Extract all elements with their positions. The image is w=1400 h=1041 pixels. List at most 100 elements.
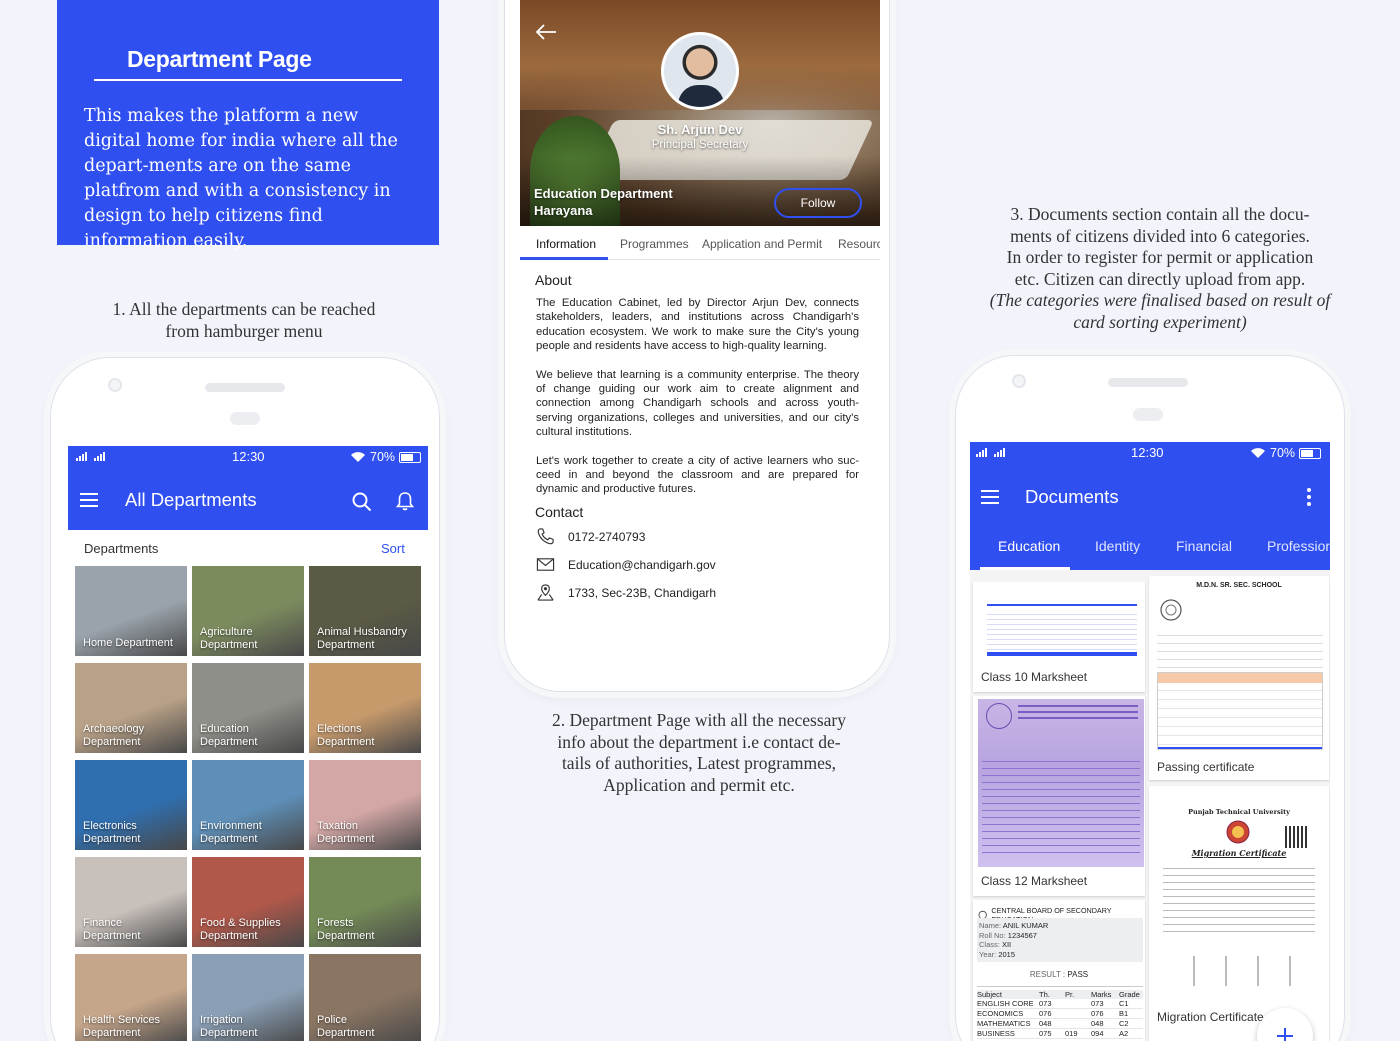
contact-phone[interactable]: 0172-2740793 (536, 527, 645, 546)
caption-2: 2. Department Page with all the necessar… (520, 710, 878, 796)
caption-3-line-1: 3. Documents section contain all the doc… (1010, 204, 1310, 224)
tab-resources[interactable]: Resourc (838, 237, 880, 251)
front-camera (108, 378, 122, 392)
department-tile-label: Environment Department (200, 820, 262, 845)
intro-divider (94, 79, 402, 81)
caption-1: 1. All the departments can be reached fr… (70, 299, 418, 342)
department-tile-label: Police Department (317, 1014, 375, 1039)
document-card-cbse[interactable]: CENTRAL BOARD OF SECONDARY EDUCATION Nam… (973, 900, 1145, 1041)
search-icon[interactable] (352, 492, 372, 512)
department-tile[interactable]: Forests Department (309, 857, 421, 947)
department-tile[interactable]: Police Department (309, 954, 421, 1041)
document-card-class10[interactable]: Class 10 Marksheet (973, 582, 1145, 692)
contact-email[interactable]: Education@chandigarh.gov (536, 555, 716, 574)
hero-banner: Sh. Arjun Dev Principal Secretary Educat… (520, 0, 880, 226)
hamburger-menu-icon[interactable] (80, 493, 98, 511)
about-section: The Education Cabinet, led by Director A… (536, 296, 859, 497)
caption-3-line-5: (The categories were finalised based on … (989, 290, 1331, 310)
follow-button[interactable]: Follow (774, 188, 862, 218)
caption-2-line-2: info about the department i.e contact de… (557, 731, 841, 752)
wifi-icon (351, 452, 365, 462)
battery-percent: 70% (1270, 446, 1296, 460)
caption-2-line-3: tails of authorities, Latest programmes, (561, 753, 837, 773)
document-card-passing[interactable]: M.D.N. SR. SEC. SCHOOL Passing certifica… (1149, 576, 1329, 780)
bell-icon[interactable] (396, 491, 414, 511)
caption-2-line-1: 2. Department Page with all the necessar… (552, 710, 846, 730)
table-row: ECONOMICS 076 076 B1 (977, 1009, 1143, 1019)
card-label: Passing certificate (1157, 760, 1255, 774)
caption-1-line-1: 1. All the departments can be reached (112, 299, 376, 319)
email-address: Education@chandigarh.gov (568, 557, 716, 572)
intro-title: Department Page (127, 46, 312, 72)
document-card-class12[interactable]: Class 12 Marksheet (973, 696, 1145, 896)
department-tile[interactable]: Elections Department (309, 663, 421, 753)
tab-profession[interactable]: Profession (1267, 538, 1330, 554)
department-tile-label: Agriculture Department (200, 626, 258, 651)
more-vert-icon[interactable] (1307, 488, 1311, 506)
department-grid: Home Department Agriculture Department Anim… (75, 566, 421, 1041)
caption-3-line-2: ments of citizens divided into 6 categor… (1010, 225, 1310, 246)
department-tile-label: Health Services Department (83, 1014, 161, 1039)
department-tile[interactable]: Irrigation Department (192, 954, 304, 1041)
signal-icon (76, 452, 87, 461)
department-tile[interactable]: Finance Department (75, 857, 187, 947)
contact-address[interactable]: 1733, Sec-23B, Chandigarh (536, 583, 716, 602)
department-tile[interactable]: Electronics Department (75, 760, 187, 850)
table-row: ENGLISH CORE 073 073 C1 (977, 999, 1143, 1009)
document-card-migration[interactable]: Punjab Technical University Migration Ce… (1149, 786, 1329, 1041)
marksheet-thumbnail (977, 590, 1141, 660)
about-paragraph: The Education Cabinet, led by Director A… (536, 297, 859, 353)
caption-3-line-3: In order to register for permit or appli… (1006, 247, 1314, 267)
department-tile-label: Archaeology Department (83, 723, 145, 748)
sensor (230, 412, 260, 425)
battery-percent: 70% (370, 450, 396, 464)
battery-icon (1299, 447, 1322, 459)
hamburger-menu-icon[interactable] (981, 490, 999, 508)
back-arrow-icon[interactable] (534, 22, 558, 42)
wifi-icon (1251, 448, 1265, 458)
document-tabs: Education Identity Financial Profession (970, 532, 1330, 570)
tab-programmes[interactable]: Programmes (620, 237, 689, 251)
department-tile[interactable]: Animal Husbandry Department (309, 566, 421, 656)
caption-1-line-2: from hamburger menu (165, 320, 323, 341)
documents-screen: 12:30 70% Documents Education Identity F… (970, 442, 1330, 1041)
avatar (661, 32, 739, 110)
department-tile[interactable]: Home Department (75, 566, 187, 656)
signal-icon (994, 448, 1005, 457)
result-table: Subject Th. Pr. Marks Grade ENGLISH CORE… (977, 990, 1143, 1039)
department-tile[interactable]: Food & Supplies Department (192, 857, 304, 947)
sensor (1133, 408, 1163, 421)
status-bar: 12:30 70% (970, 442, 1330, 464)
tab-application-and-permit[interactable]: Application and Permit (702, 237, 822, 251)
about-paragraph: Let's work together to create a city of … (536, 454, 859, 496)
tab-financial[interactable]: Financial (1176, 538, 1232, 554)
department-tile-label: Animal Husbandry Department (317, 626, 407, 651)
sort-button[interactable]: Sort (381, 541, 405, 556)
marksheet-thumbnail (978, 699, 1144, 867)
department-tile[interactable]: Health Services Department (75, 954, 187, 1041)
active-tab-indicator (980, 567, 1070, 570)
department-tile-label: Forests Department (317, 917, 375, 942)
section-label: Departments (84, 541, 159, 556)
department-tile-label: Food & Supplies Department (200, 917, 281, 942)
school-emblem-icon (1160, 599, 1182, 621)
department-tile-label: Finance Department (83, 917, 141, 942)
status-time: 12:30 (1131, 445, 1164, 460)
department-tile[interactable]: Agriculture Department (192, 566, 304, 656)
department-tile-label: Elections Department (317, 723, 375, 748)
tab-identity[interactable]: Identity (1095, 538, 1140, 554)
university-seal-icon (1226, 820, 1250, 844)
tab-information[interactable]: Information (536, 237, 596, 251)
speaker-grille (1108, 378, 1188, 387)
about-paragraph: We believe that learning is a community … (536, 368, 859, 439)
intro-body: This makes the platform a new digital ho… (84, 106, 398, 251)
tab-education[interactable]: Education (998, 538, 1060, 554)
status-battery: 70% (1250, 446, 1322, 460)
screen-title: All Departments (125, 489, 257, 510)
status-bar: 12:30 70% (68, 446, 428, 468)
department-tile[interactable]: Education Department (192, 663, 304, 753)
department-tile[interactable]: Archaeology Department (75, 663, 187, 753)
official-role: Principal Secretary (651, 139, 749, 151)
department-tile[interactable]: Environment Department (192, 760, 304, 850)
department-tile[interactable]: Taxation Department (309, 760, 421, 850)
